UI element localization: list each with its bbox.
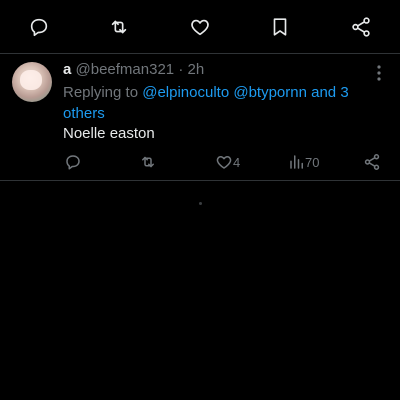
share-icon[interactable] xyxy=(363,153,381,171)
timestamp[interactable]: 2h xyxy=(188,61,205,78)
replying-prefix: Replying to xyxy=(63,84,143,101)
reply-icon[interactable] xyxy=(64,153,82,171)
mention-link[interactable]: @btypornn xyxy=(233,84,307,101)
reply-icon[interactable] xyxy=(28,16,50,38)
more-options-icon[interactable] xyxy=(373,64,385,82)
replying-to-line: Replying to @elpinoculto @btypornn and 3… xyxy=(63,82,373,124)
author-handle[interactable]: @beefman321 xyxy=(76,61,175,78)
bookmark-icon[interactable] xyxy=(269,16,291,38)
like-icon[interactable] xyxy=(215,153,233,171)
tweet-header: a @beefman321 · 2h xyxy=(63,61,204,78)
tweet-action-bar xyxy=(0,0,400,54)
author-name[interactable]: a xyxy=(63,61,71,78)
views-icon[interactable] xyxy=(288,153,306,171)
separator: · xyxy=(174,61,188,78)
share-icon[interactable] xyxy=(350,16,372,38)
loading-indicator xyxy=(199,202,202,205)
retweet-icon[interactable] xyxy=(139,153,157,171)
view-count: 70 xyxy=(305,155,320,170)
like-icon[interactable] xyxy=(189,16,211,38)
like-count: 4 xyxy=(233,155,241,170)
mention-link[interactable]: @elpinoculto xyxy=(142,84,229,101)
avatar[interactable] xyxy=(12,62,52,102)
retweet-icon[interactable] xyxy=(108,16,130,38)
tweet-text: Noelle easton xyxy=(63,125,155,142)
